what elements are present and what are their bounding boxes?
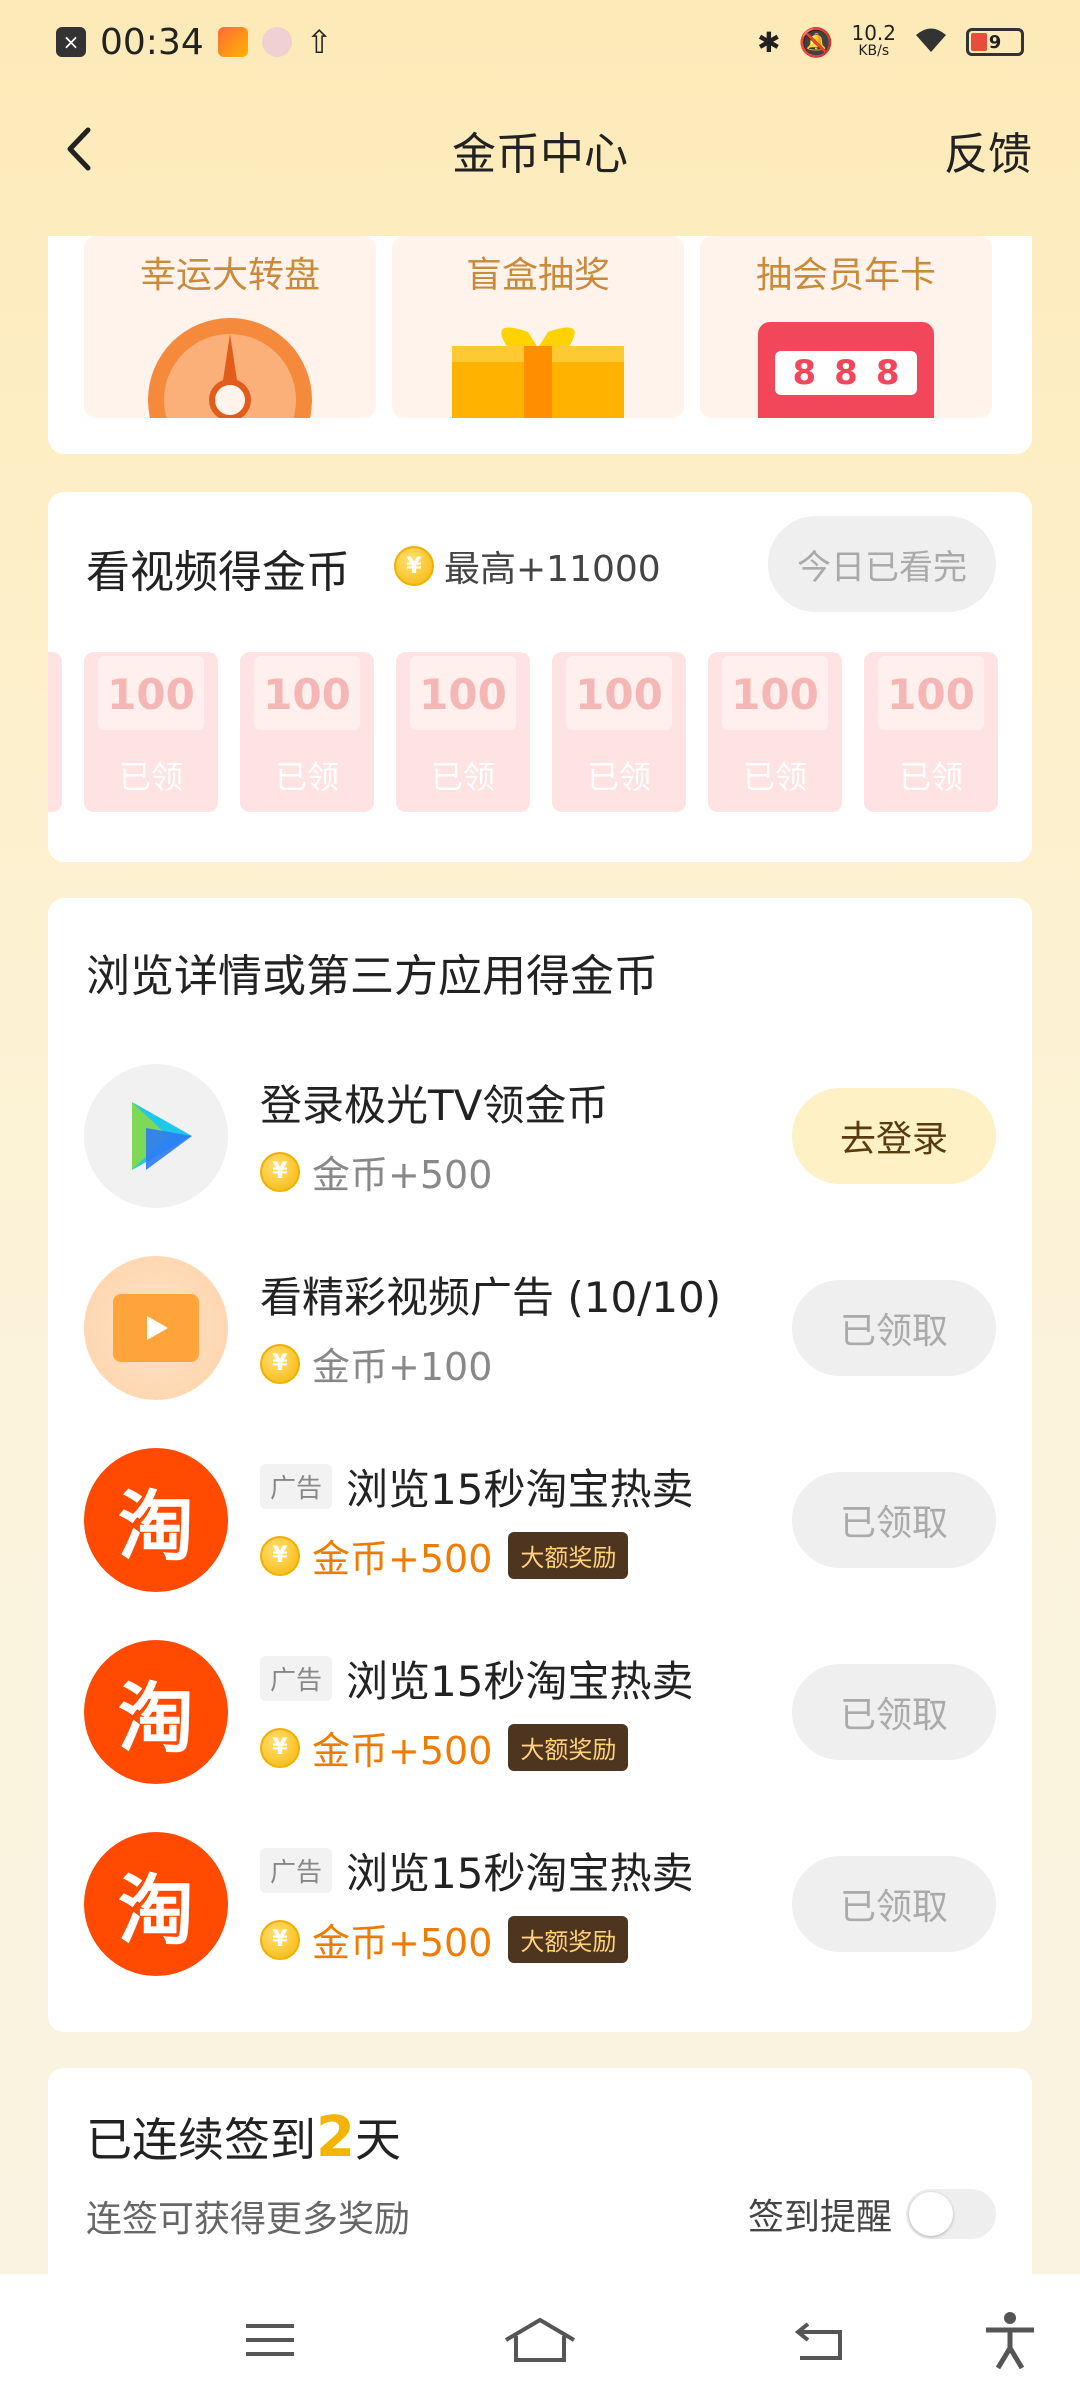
system-nav-bar xyxy=(0,2274,1080,2400)
coin-icon: ¥ xyxy=(260,1535,300,1576)
taobao-logo-icon: 淘 xyxy=(84,1832,228,1976)
task-name: 登录极光TV领金币 xyxy=(260,1081,609,1130)
video-app-icon xyxy=(217,27,248,57)
task-row: 淘 广告 浏览15秒淘宝热卖 ¥ 金币+500 大额奖励 已领取 xyxy=(48,1442,1032,1592)
task-reward: ¥ 金币+100 xyxy=(260,1336,492,1391)
task-reward: ¥ 金币+500 大额奖励 xyxy=(260,1720,629,1775)
wheel-icon xyxy=(148,318,312,418)
battery-icon: 9 xyxy=(966,28,1024,56)
task-reward: ¥ 金币+500 大额奖励 xyxy=(260,1528,629,1583)
accessibility-icon[interactable] xyxy=(980,2310,1040,2370)
task-name: 广告 浏览15秒淘宝热卖 xyxy=(260,1648,693,1709)
ad-tag: 广告 xyxy=(260,1656,333,1701)
tile-label: 幸运大转盘 xyxy=(139,255,320,296)
task-name: 广告 浏览15秒淘宝热卖 xyxy=(260,1840,693,1901)
video-coins-card: 看视频得金币 ¥ 最高+11000 今日已看完 100 已领 100 已领 100 已… xyxy=(48,492,1032,862)
coin-icon: ¥ xyxy=(260,1343,300,1384)
claimed-button[interactable]: 已领取 xyxy=(792,1472,996,1568)
task-reward: ¥ 金币+500 xyxy=(260,1144,492,1199)
member-card-tile[interactable]: 抽会员年卡 888 xyxy=(700,236,992,418)
watched-today-button[interactable]: 今日已看完 xyxy=(768,516,996,612)
tasks-section-title: 浏览详情或第三方应用得金币 xyxy=(86,951,658,1002)
video-section-title: 看视频得金币 xyxy=(86,547,350,598)
envelope[interactable]: 100 已领 xyxy=(240,652,374,812)
coin-icon: ¥ xyxy=(260,1151,300,1192)
menu-icon[interactable] xyxy=(240,2310,300,2370)
tile-label: 盲盒抽奖 xyxy=(465,255,610,296)
reminder-toggle[interactable] xyxy=(906,2189,996,2239)
home-icon[interactable] xyxy=(500,2310,580,2370)
coin-icon: ¥ xyxy=(260,1919,300,1960)
signin-streak: 已连续签到2天 xyxy=(86,2105,401,2170)
video-ad-logo-icon xyxy=(84,1256,228,1400)
tile-label: 抽会员年卡 xyxy=(755,255,936,296)
blind-box-tile[interactable]: 盲盒抽奖 xyxy=(392,236,684,418)
max-reward: ¥ 最高+11000 xyxy=(394,540,661,592)
task-row: 淘 广告 浏览15秒淘宝热卖 ¥ 金币+500 大额奖励 已领取 xyxy=(48,1826,1032,1976)
coin-icon: ¥ xyxy=(394,546,434,586)
signin-card: 已连续签到2天 连签可获得更多奖励 签到提醒 xyxy=(48,2068,1032,2278)
page-title: 金币中心 xyxy=(452,129,628,180)
task-name: 看精彩视频广告 (10/10) xyxy=(260,1273,722,1322)
signin-subtitle: 连签可获得更多奖励 xyxy=(86,2199,411,2240)
task-row: 看精彩视频广告 (10/10) ¥ 金币+100 已领取 xyxy=(48,1250,1032,1400)
mute-icon: 🔕 xyxy=(798,25,834,59)
big-reward-badge: 大额奖励 xyxy=(508,1532,629,1579)
envelope[interactable]: 100 已领 xyxy=(84,652,218,812)
big-reward-badge: 大额奖励 xyxy=(508,1916,629,1963)
envelope-partial xyxy=(48,652,62,812)
avatar-icon xyxy=(261,27,292,57)
ad-tag: 广告 xyxy=(260,1848,333,1893)
claimed-button[interactable]: 已领取 xyxy=(792,1280,996,1376)
taobao-logo-icon: 淘 xyxy=(84,1448,228,1592)
task-row: 淘 广告 浏览15秒淘宝热卖 ¥ 金币+500 大额奖励 已领取 xyxy=(48,1634,1032,1784)
bluetooth-icon: ✱ xyxy=(757,25,781,59)
wifi-icon xyxy=(914,26,948,59)
coin-icon: ¥ xyxy=(260,1727,300,1768)
envelope[interactable]: 100 已领 xyxy=(708,652,842,812)
claimed-button[interactable]: 已领取 xyxy=(792,1664,996,1760)
signin-reminder: 签到提醒 xyxy=(748,2188,996,2240)
network-speed: 10.2 KB/s xyxy=(851,21,896,59)
taobao-logo-icon: 淘 xyxy=(84,1640,228,1784)
login-button[interactable]: 去登录 xyxy=(792,1088,996,1184)
envelope[interactable]: 100 已领 xyxy=(552,652,686,812)
upload-icon: ⇧ xyxy=(305,23,333,61)
big-reward-badge: 大额奖励 xyxy=(508,1724,629,1771)
task-name: 广告 浏览15秒淘宝热卖 xyxy=(260,1456,693,1517)
task-row: 登录极光TV领金币 ¥ 金币+500 去登录 xyxy=(48,1058,1032,1208)
envelope[interactable]: 100 已领 xyxy=(864,652,998,812)
envelope[interactable]: 100 已领 xyxy=(396,652,530,812)
lottery-card: 幸运大转盘 盲盒抽奖 抽会员年卡 888 xyxy=(48,236,1032,454)
ad-tag: 广告 xyxy=(260,1464,333,1509)
back-icon[interactable] xyxy=(790,2310,850,2370)
feedback-link[interactable]: 反馈 xyxy=(944,118,1032,182)
status-time: 00:34 xyxy=(100,21,204,63)
jiguang-tv-logo-icon xyxy=(84,1064,228,1208)
notification-x-icon: × xyxy=(56,27,86,57)
status-bar: × 00:34 ⇧ ✱ 🔕 10.2 KB/s 9 xyxy=(0,0,1080,84)
gift-box-icon xyxy=(452,327,624,418)
claimed-button[interactable]: 已领取 xyxy=(792,1856,996,1952)
envelope-row: 100 已领 100 已领 100 已领 100 已领 100 已领 100 已领 xyxy=(48,652,1032,812)
tasks-card: 浏览详情或第三方应用得金币 登录极光TV领金币 ¥ 金币+500 去登录 看精彩视… xyxy=(48,898,1032,2032)
slot-machine-icon: 888 xyxy=(758,322,934,418)
top-nav: 金币中心 反馈 xyxy=(0,100,1080,200)
lucky-wheel-tile[interactable]: 幸运大转盘 xyxy=(84,236,376,418)
task-reward: ¥ 金币+500 大额奖励 xyxy=(260,1912,629,1967)
